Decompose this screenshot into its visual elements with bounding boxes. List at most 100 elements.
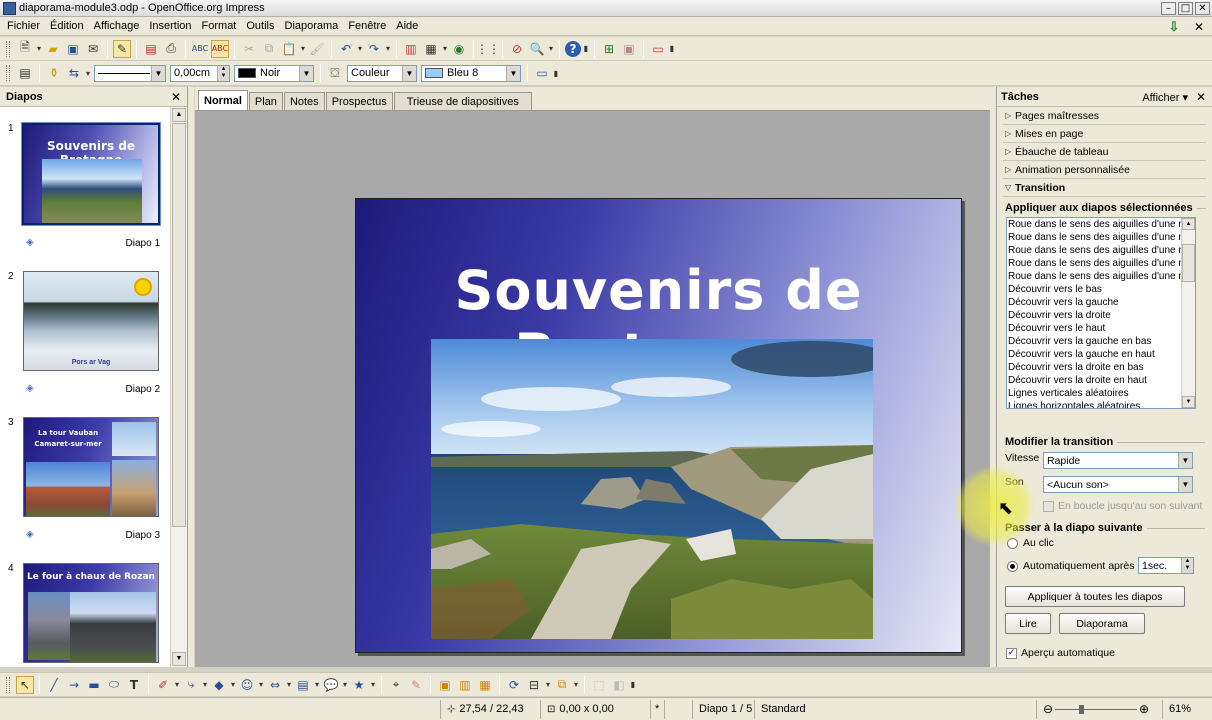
on-click-row[interactable]: Au clic (1007, 537, 1054, 549)
cut-icon[interactable]: ✂ (240, 40, 258, 58)
transition-item[interactable]: Découvrir vers la gauche (1007, 296, 1183, 309)
curve-dropdown-icon[interactable]: ▾ (173, 676, 181, 694)
export-pdf-icon[interactable]: ▤ (142, 40, 160, 58)
close-icon[interactable]: ✕ (1196, 90, 1206, 104)
speed-select[interactable]: Rapide ▼ (1043, 452, 1193, 469)
line-width-spinner[interactable]: ▲ ▼ (217, 65, 229, 81)
flowchart-dropdown-icon[interactable]: ▾ (313, 676, 321, 694)
tab-normal[interactable]: Normal (198, 90, 248, 110)
toolbar-grip[interactable] (6, 65, 10, 81)
spellcheck-icon[interactable]: ABC (191, 40, 209, 58)
menu-aide[interactable]: Aide (392, 20, 424, 32)
scroll-up-icon[interactable]: ▲ (172, 108, 186, 122)
scroll-down-icon[interactable]: ▼ (1182, 396, 1195, 408)
section-custom-animation[interactable]: ▷ Animation personnalisée (1003, 161, 1206, 179)
toolbar2-options-icon[interactable]: ▮ (668, 40, 676, 58)
transition-list[interactable]: Roue dans le sens des aiguilles d'une m … (1006, 217, 1196, 409)
callouts-dropdown-icon[interactable]: ▾ (341, 676, 349, 694)
block-arrows-icon[interactable]: ⇔ (266, 676, 284, 694)
drawbar-options-icon[interactable]: ▮ (629, 676, 637, 694)
slideshow-button[interactable]: Diaporama (1059, 613, 1145, 634)
toggle-extrusion-icon[interactable]: ◧ (610, 676, 628, 694)
edit-file-icon[interactable]: ✎ (113, 39, 131, 58)
extrusion-icon[interactable]: ⬚ (590, 676, 608, 694)
line-style-select[interactable]: ▼ (94, 64, 166, 82)
slide-thumbnail-1[interactable]: Souvenirs de Bretagne (21, 122, 161, 226)
transition-item[interactable]: Roue dans le sens des aiguilles d'une m (1007, 257, 1183, 270)
copy-icon[interactable]: ⧉ (260, 40, 278, 58)
select-arrow-icon[interactable]: ↖ (16, 675, 34, 694)
transition-item[interactable]: Découvrir vers la droite en bas (1007, 361, 1183, 374)
block-arrows-dropdown-icon[interactable]: ▾ (285, 676, 293, 694)
format-paintbrush-icon[interactable]: 🖌 (308, 40, 326, 58)
table-dropdown-icon[interactable]: ▾ (441, 40, 449, 58)
curve-tool-icon[interactable]: ✐ (154, 676, 172, 694)
help-icon[interactable]: ? (565, 40, 581, 57)
view-menu-button[interactable]: Afficher ▾ (1142, 91, 1188, 104)
auto-spellcheck-icon[interactable]: ABC (211, 39, 229, 58)
scroll-down-icon[interactable]: ▼ (172, 652, 186, 666)
slide-thumbnail-4[interactable]: Le four à chaux de Rozan (23, 563, 159, 663)
left-splitter[interactable] (188, 87, 194, 667)
arrow-style-icon[interactable]: ⇆ (65, 64, 83, 82)
update-download-icon[interactable]: ⇩ (1166, 19, 1182, 34)
slide-thumbnail-3[interactable]: La tour Vauban Camaret-sur-mer (23, 417, 159, 517)
transition-item[interactable]: Lignes verticales aléatoires (1007, 387, 1183, 400)
apply-to-all-button[interactable]: Appliquer à toutes les diapos (1005, 586, 1185, 607)
points-icon[interactable]: ⌖ (387, 676, 405, 694)
auto-advance-radio[interactable] (1007, 560, 1018, 572)
zoom-dropdown-icon[interactable]: ▾ (547, 40, 555, 58)
undo-dropdown-icon[interactable]: ▾ (356, 40, 364, 58)
paste-dropdown-icon[interactable]: ▾ (299, 40, 307, 58)
transition-item[interactable]: Découvrir vers la gauche en bas (1007, 335, 1183, 348)
save-icon[interactable]: ▣ (64, 40, 82, 58)
minimize-button[interactable]: – (1161, 1, 1176, 15)
slideshow-icon[interactable]: ▭ (649, 40, 667, 58)
chevron-down-icon[interactable]: ▼ (1178, 477, 1192, 492)
chevron-down-icon[interactable]: ▼ (506, 65, 520, 81)
section-master-pages[interactable]: ▷ Pages maîtresses (1003, 107, 1206, 125)
redo-icon[interactable]: ↷ (365, 40, 383, 58)
connector-dropdown-icon[interactable]: ▾ (201, 676, 209, 694)
transition-item[interactable]: Découvrir vers la droite en haut (1007, 374, 1183, 387)
menu-format[interactable]: Format (198, 20, 243, 32)
slides-scrollbar[interactable]: ▲ ▼ (170, 107, 187, 667)
zoom-icon[interactable]: 🔍 (528, 40, 546, 58)
play-button[interactable]: Lire (1005, 613, 1051, 634)
hyperlink-icon[interactable]: ⊘ (508, 40, 526, 58)
close-document-icon[interactable]: ✕ (1192, 20, 1206, 34)
scrollbar-thumb[interactable] (172, 123, 186, 527)
transition-item[interactable]: Découvrir vers le bas (1007, 283, 1183, 296)
scrollbar-thumb[interactable] (1182, 244, 1195, 282)
transition-list-scrollbar[interactable]: ▲ ▼ (1181, 218, 1195, 408)
fontwork-icon[interactable]: ▣ (436, 676, 454, 694)
new-document-icon[interactable]: 🗎 (16, 40, 34, 58)
close-window-button[interactable]: ✕ (1195, 1, 1210, 15)
auto-preview-row[interactable]: ✓ Aperçu automatique (1006, 647, 1115, 659)
zoom-slider[interactable]: ⊖ ⊕ (1041, 700, 1151, 719)
transition-item[interactable]: Roue dans le sens des aiguilles d'une m (1007, 231, 1183, 244)
tab-notes[interactable]: Notes (283, 92, 325, 110)
chevron-down-icon[interactable]: ▼ (299, 65, 313, 81)
table-icon[interactable]: ▦ (422, 40, 440, 58)
chevron-down-icon[interactable]: ▼ (151, 65, 165, 81)
callouts-icon[interactable]: 💬 (322, 676, 340, 694)
status-zoom[interactable]: 61% (1162, 699, 1202, 719)
slide-design-icon[interactable]: ▣ (620, 40, 638, 58)
status-modified[interactable]: * (650, 699, 664, 719)
menu-outils[interactable]: Outils (242, 20, 280, 32)
section-table-design[interactable]: ▷ Ébauche de tableau (1003, 143, 1206, 161)
transition-item[interactable]: Roue dans le sens des aiguilles d'une m (1007, 270, 1183, 283)
transition-item[interactable]: Découvrir vers la droite (1007, 309, 1183, 322)
maximize-button[interactable]: □ (1178, 1, 1193, 15)
rectangle-tool-icon[interactable]: ▬ (85, 676, 103, 694)
transition-item[interactable]: Découvrir vers le haut (1007, 322, 1183, 335)
chevron-down-icon[interactable]: ▼ (402, 65, 416, 81)
symbol-shapes-dropdown-icon[interactable]: ▾ (257, 676, 265, 694)
arrange-dropdown-icon[interactable]: ▾ (572, 676, 580, 694)
toolbar-grip[interactable] (6, 676, 10, 693)
scroll-up-icon[interactable]: ▲ (1182, 218, 1195, 230)
area-style-select[interactable]: Couleur ▼ (347, 64, 417, 82)
tab-prospectus[interactable]: Prospectus (325, 92, 393, 110)
paste-icon[interactable]: 📋 (280, 40, 298, 58)
